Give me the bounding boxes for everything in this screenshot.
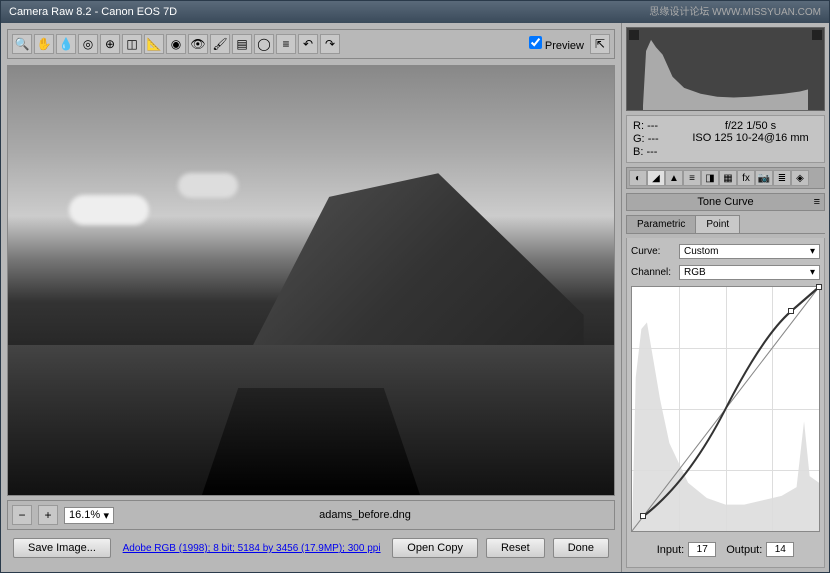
zoom-level-select[interactable]: 16.1% bbox=[64, 507, 114, 524]
cloud-shape bbox=[69, 195, 149, 225]
curve-preset-select[interactable]: Custom bbox=[679, 244, 820, 259]
panel-title: Tone Curve ≡ bbox=[626, 193, 825, 211]
curve-io-row: Input: Output: bbox=[631, 538, 820, 561]
g-label: G: bbox=[633, 133, 645, 145]
straighten-tool-icon[interactable]: 📐 bbox=[144, 34, 164, 54]
split-toning-tab-icon[interactable]: ◨ bbox=[701, 170, 719, 186]
graduated-filter-tool-icon[interactable]: ▤ bbox=[232, 34, 252, 54]
image-preview[interactable] bbox=[7, 65, 615, 496]
adjustment-brush-tool-icon[interactable]: 🖌 bbox=[210, 34, 230, 54]
tone-curve-tab-icon[interactable]: ◢ bbox=[647, 170, 665, 186]
exposure-readout: f/22 1/50 s bbox=[683, 120, 818, 132]
preview-checkbox[interactable] bbox=[529, 36, 542, 49]
shadow-clip-warning-icon[interactable] bbox=[629, 30, 639, 40]
effects-tab-icon[interactable]: fx bbox=[737, 170, 755, 186]
left-panel: 🔍 ✋ 💧 ◎ ⊕ ◫ 📐 ◉ 👁 🖌 ▤ ◯ ≡ ↶ ↷ Preview ⇱ bbox=[1, 23, 621, 572]
reset-button[interactable]: Reset bbox=[486, 538, 545, 558]
filename-label: adams_before.dng bbox=[120, 509, 610, 521]
curve-editor[interactable] bbox=[631, 286, 820, 532]
done-button[interactable]: Done bbox=[553, 538, 609, 558]
output-value-field[interactable] bbox=[766, 542, 794, 557]
top-toolbar: 🔍 ✋ 💧 ◎ ⊕ ◫ 📐 ◉ 👁 🖌 ▤ ◯ ≡ ↶ ↷ Preview ⇱ bbox=[7, 29, 615, 59]
snapshots-tab-icon[interactable]: ◈ bbox=[791, 170, 809, 186]
window-title: Camera Raw 8.2 - Canon EOS 7D bbox=[9, 6, 177, 18]
curve-subtabs: Parametric Point bbox=[626, 215, 825, 234]
fullscreen-icon[interactable]: ⇱ bbox=[590, 34, 610, 54]
g-value: --- bbox=[648, 133, 659, 145]
red-eye-tool-icon[interactable]: 👁 bbox=[188, 34, 208, 54]
radial-filter-tool-icon[interactable]: ◯ bbox=[254, 34, 274, 54]
channel-label: Channel: bbox=[631, 267, 675, 278]
hsl-tab-icon[interactable]: ≡ bbox=[683, 170, 701, 186]
color-sampler-tool-icon[interactable]: ◎ bbox=[78, 34, 98, 54]
curve-point[interactable] bbox=[640, 513, 646, 519]
rotate-right-icon[interactable]: ↷ bbox=[320, 34, 340, 54]
r-value: --- bbox=[647, 120, 658, 132]
camera-raw-window: Camera Raw 8.2 - Canon EOS 7D 思缘设计论坛 WWW… bbox=[0, 0, 830, 573]
basic-tab-icon[interactable]: ◐ bbox=[629, 170, 647, 186]
panel-menu-icon[interactable]: ≡ bbox=[814, 196, 820, 208]
curve-label: Curve: bbox=[631, 246, 675, 257]
zoom-in-icon[interactable]: + bbox=[38, 505, 58, 525]
preferences-tool-icon[interactable]: ≡ bbox=[276, 34, 296, 54]
save-image-button[interactable]: Save Image... bbox=[13, 538, 111, 558]
presets-tab-icon[interactable]: ≣ bbox=[773, 170, 791, 186]
b-label: B: bbox=[633, 146, 643, 158]
exif-readout: R: --- G: --- B: --- f/22 1/50 s ISO 125… bbox=[626, 115, 825, 163]
photo-content bbox=[8, 66, 614, 495]
histogram-shape bbox=[643, 36, 808, 110]
crop-tool-icon[interactable]: ◫ bbox=[122, 34, 142, 54]
input-value-field[interactable] bbox=[688, 542, 716, 557]
bottom-bar: Save Image... Adobe RGB (1998); 8 bit; 5… bbox=[7, 530, 615, 566]
detail-tab-icon[interactable]: ▲ bbox=[665, 170, 683, 186]
workflow-options-link[interactable]: Adobe RGB (1998); 8 bit; 5184 by 3456 (1… bbox=[123, 543, 381, 554]
histogram[interactable] bbox=[626, 27, 825, 111]
watermark: 思缘设计论坛 WWW.MISSYUAN.COM bbox=[649, 3, 821, 18]
zoom-tool-icon[interactable]: 🔍 bbox=[12, 34, 32, 54]
rotate-left-icon[interactable]: ↶ bbox=[298, 34, 318, 54]
zoom-out-icon[interactable]: − bbox=[12, 505, 32, 525]
white-balance-tool-icon[interactable]: 💧 bbox=[56, 34, 76, 54]
hand-tool-icon[interactable]: ✋ bbox=[34, 34, 54, 54]
iso-readout: ISO 125 10-24@16 mm bbox=[683, 132, 818, 144]
input-label: Input: bbox=[657, 544, 685, 556]
adjustment-tabs: ◐ ◢ ▲ ≡ ◨ ▦ fx 📷 ≣ ◈ bbox=[626, 167, 825, 189]
r-label: R: bbox=[633, 120, 644, 132]
curve-line bbox=[632, 287, 819, 531]
zoom-bar: − + 16.1% adams_before.dng bbox=[7, 500, 615, 530]
highlight-clip-warning-icon[interactable] bbox=[812, 30, 822, 40]
curve-point[interactable] bbox=[788, 308, 794, 314]
open-copy-button[interactable]: Open Copy bbox=[392, 538, 478, 558]
parametric-tab[interactable]: Parametric bbox=[626, 215, 696, 233]
preview-checkbox-label[interactable]: Preview bbox=[529, 36, 584, 52]
curve-controls: Curve: Custom Channel: RGB bbox=[626, 238, 825, 568]
curve-point[interactable] bbox=[816, 284, 822, 290]
channel-select[interactable]: RGB bbox=[679, 265, 820, 280]
b-value: --- bbox=[646, 146, 657, 158]
lens-tab-icon[interactable]: ▦ bbox=[719, 170, 737, 186]
cloud-shape bbox=[178, 173, 238, 198]
point-tab[interactable]: Point bbox=[695, 215, 740, 233]
targeted-adjust-tool-icon[interactable]: ⊕ bbox=[100, 34, 120, 54]
spot-removal-tool-icon[interactable]: ◉ bbox=[166, 34, 186, 54]
right-panel: R: --- G: --- B: --- f/22 1/50 s ISO 125… bbox=[621, 23, 829, 572]
output-label: Output: bbox=[726, 544, 762, 556]
calibration-tab-icon[interactable]: 📷 bbox=[755, 170, 773, 186]
